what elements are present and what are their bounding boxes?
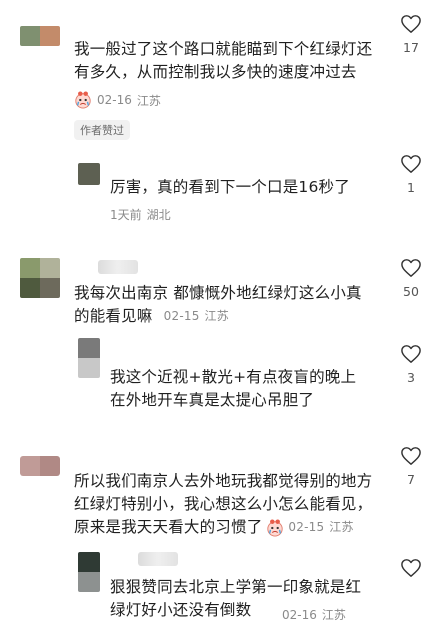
comment-location: 江苏	[204, 309, 229, 323]
comment-date: 02-15	[163, 309, 200, 323]
heart-outline-icon	[401, 447, 421, 465]
reply-location: 江苏	[321, 608, 346, 622]
avatar[interactable]	[78, 552, 100, 592]
comment-meta: 02-16 江苏	[74, 91, 161, 109]
reply-date: 02-16	[282, 607, 317, 622]
comment-date: 02-15	[288, 520, 325, 534]
comment-location: 江苏	[136, 93, 161, 108]
crying-face-emoji-icon	[75, 91, 91, 109]
username-blurred[interactable]	[138, 552, 178, 566]
username-blurred[interactable]	[98, 260, 138, 274]
comment-text: 我一般过了这个路口就能瞄到下个红绿灯还 有多久，从而控制我以多快的速度冲过去	[74, 40, 373, 81]
comment-meta: 02-15 江苏	[164, 305, 229, 328]
comment-date: 02-16	[97, 93, 132, 107]
like-count: 1	[407, 180, 415, 195]
avatar[interactable]	[20, 258, 60, 298]
like-count: 7	[407, 472, 415, 487]
reply-meta: 02-16 江苏	[282, 606, 346, 623]
reply-date: 1天前	[110, 208, 142, 222]
heart-outline-icon	[401, 345, 421, 363]
comment-meta: 02-15 江苏	[288, 516, 353, 539]
reply-meta: 1天前 湖北	[110, 206, 171, 223]
avatar[interactable]	[20, 456, 60, 476]
like-count: 17	[403, 40, 419, 55]
like-button[interactable]	[396, 558, 426, 578]
avatar[interactable]	[78, 163, 100, 185]
heart-outline-icon	[401, 155, 421, 173]
avatar[interactable]	[20, 26, 60, 46]
reply-location: 湖北	[146, 208, 171, 222]
like-count: 3	[407, 370, 415, 385]
reply-text: 厉害，真的看到下一个口是16秒了	[110, 178, 350, 196]
author-liked-badge: 作者赞过	[74, 120, 130, 140]
comment-text: 所以我们南京人去外地玩我都觉得别的地方 红绿灯特别小，我心想这么小怎么能看见， …	[74, 470, 372, 539]
like-count: 50	[403, 284, 419, 299]
heart-outline-icon	[401, 259, 421, 277]
like-button[interactable]: 1	[396, 154, 426, 195]
heart-outline-icon	[401, 559, 421, 577]
like-button[interactable]: 17	[396, 14, 426, 55]
avatar[interactable]	[78, 338, 100, 378]
like-button[interactable]: 3	[396, 344, 426, 385]
comment-location: 江苏	[329, 520, 354, 534]
like-button[interactable]: 7	[396, 446, 426, 487]
like-button[interactable]: 50	[396, 258, 426, 299]
comment-text: 我每次出南京 都慷慨外地红绿灯这么小真 的能看见嘛 02-15 江苏	[74, 282, 362, 328]
reply-text: 我这个近视+散光+有点夜盲的晚上 在外地开车真是太提心吊胆了	[110, 368, 357, 409]
crying-face-emoji-icon	[267, 518, 284, 537]
heart-outline-icon	[401, 15, 421, 33]
